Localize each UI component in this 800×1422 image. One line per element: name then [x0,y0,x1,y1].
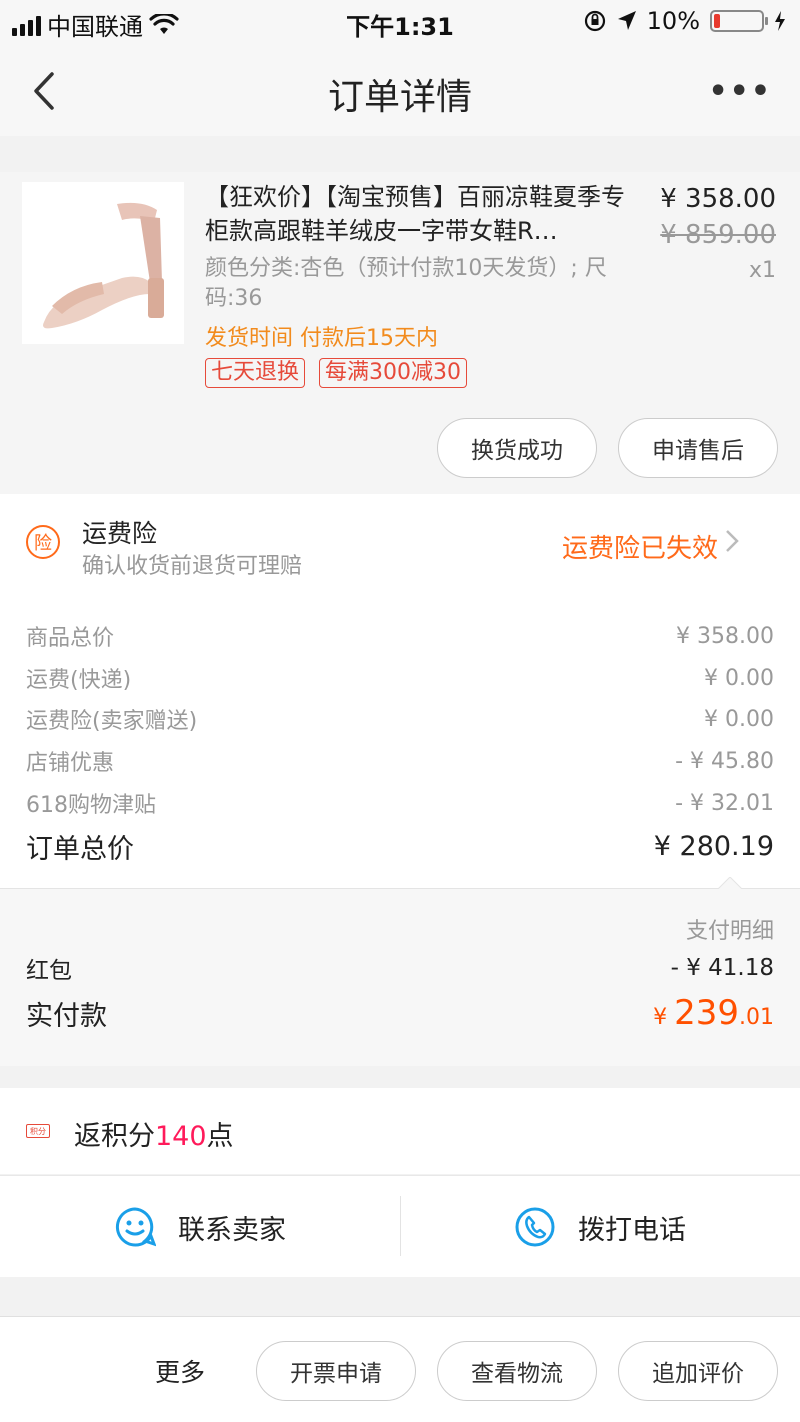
battery-icon [710,10,768,32]
price-row: 店铺优惠 - ¥ 45.80 [26,741,774,781]
product-card[interactable]: 【狂欢价】【淘宝预售】百丽凉鞋夏季专柜款高跟鞋羊绒皮一字带女鞋R… ¥ 358.… [0,172,800,494]
chevron-right-icon [726,530,739,552]
more-menu-button[interactable]: ••• [708,74,772,109]
contact-seller-label: 联系卖家 [178,1214,286,1246]
price-row: 商品总价 ¥ 358.00 [26,616,774,656]
red-packet-value: - ¥ 41.18 [670,955,774,981]
price-breakdown: 商品总价 ¥ 358.00 运费(快递) ¥ 0.00 运费险(卖家赠送) ¥ … [0,590,800,888]
contact-bar: 联系卖家 拨打电话 [0,1175,800,1277]
amount-paid-label: 实付款 [26,1000,107,1032]
insurance-badge-icon: 险 [26,525,60,559]
add-review-button[interactable]: 追加评价 [618,1341,778,1401]
red-packet-row: 红包 - ¥ 41.18 [26,951,774,985]
price-row: 运费(快递) ¥ 0.00 [26,658,774,698]
price-row-value: ¥ 0.00 [704,665,774,691]
status-right: 10% [583,7,786,35]
price-row-label: 运费险(卖家赠送) [26,709,198,734]
shipping-time: 发货时间 付款后15天内 [205,326,438,351]
battery-percent: 10% [646,7,700,35]
call-phone-button[interactable]: 拨打电话 [400,1176,800,1278]
charging-icon [775,11,785,31]
order-total-value: ¥ 280.19 [653,830,774,862]
sandal-icon [22,182,184,344]
amount-paid-row: 实付款 ¥ 239.01 [26,993,774,1033]
insurance-status[interactable]: 运费险已失效 [562,528,718,565]
red-packet-label: 红包 [26,958,72,984]
paid-decimal: .01 [739,1005,774,1030]
product-title[interactable]: 【狂欢价】【淘宝预售】百丽凉鞋夏季专柜款高跟鞋羊绒皮一字带女鞋R… [205,180,637,250]
price-row: 618购物津贴 - ¥ 32.01 [26,783,774,823]
price-row-value: ¥ 0.00 [704,706,774,732]
paid-currency: ¥ [653,1005,675,1030]
contact-seller-button[interactable]: 联系卖家 [0,1176,400,1278]
product-image[interactable] [22,182,184,344]
caret-up-icon [718,877,742,889]
price-row-label: 商品总价 [26,626,115,651]
order-total-row: 订单总价 ¥ 280.19 [26,826,774,866]
amount-paid-value: ¥ 239.01 [653,993,774,1033]
price-row-value: ¥ 358.00 [676,623,774,649]
price-row: 运费险(卖家赠送) ¥ 0.00 [26,699,774,739]
view-logistics-button[interactable]: 查看物流 [437,1341,597,1401]
apply-after-sale-button[interactable]: 申请售后 [618,418,778,478]
tag-discount: 每满300减30 [319,358,468,388]
bottom-action-bar: 更多 开票申请 查看物流 追加评价 [0,1316,800,1422]
rotation-lock-icon [584,10,605,32]
price-row-label: 运费(快递) [26,668,132,693]
nav-bar: 订单详情 ••• [0,44,800,136]
payment-detail-label: 支付明细 [685,919,774,944]
points-text: 返积分140点 [74,1114,234,1153]
price-row-value: - ¥ 45.80 [675,748,774,774]
insurance-title: 运费险 [82,519,158,548]
location-icon [617,11,636,30]
original-price: ¥ 859.00 [660,220,776,250]
product-tags: 七天退换 每满300减30 [205,358,468,388]
paid-integer: 239 [674,993,739,1033]
product-quantity: x1 [748,258,776,283]
insurance-subtitle: 确认收货前退货可理赔 [82,554,303,579]
points-icon: 积分 [26,1124,50,1138]
exchange-success-button[interactable]: 换货成功 [437,418,597,478]
invoice-request-button[interactable]: 开票申请 [256,1341,416,1401]
price-row-label: 店铺优惠 [26,751,115,776]
points-amount: 140 [155,1121,207,1152]
product-sku: 颜色分类:杏色（预计付款10天发货）; 尺码:36 [205,256,607,311]
status-bar: 中国联通 下午1:31 10% [0,0,800,44]
call-phone-label: 拨打电话 [578,1214,686,1246]
payment-detail: 支付明细 红包 - ¥ 41.18 实付款 ¥ 239.01 [0,877,800,1066]
price-row-label: 618购物津贴 [26,793,156,818]
phone-icon [515,1207,555,1247]
points-prefix: 返积分 [74,1121,155,1152]
price-row-value: - ¥ 32.01 [675,790,774,816]
shipping-insurance-row[interactable]: 险 运费险 确认收货前退货可理赔 运费险已失效 [0,494,800,590]
points-suffix: 点 [206,1121,234,1152]
more-actions-button[interactable]: 更多 [155,1353,205,1389]
product-price: ¥ 358.00 [660,184,776,214]
order-total-label: 订单总价 [26,833,134,865]
chat-icon [115,1207,156,1247]
page-title: 订单详情 [327,77,472,118]
tag-seven-day-return: 七天退换 [205,358,306,388]
points-row: 积分 返积分140点 [0,1088,800,1174]
